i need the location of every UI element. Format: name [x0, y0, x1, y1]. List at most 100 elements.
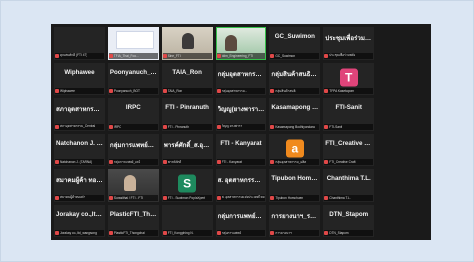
muted-mic-icon — [324, 195, 329, 200]
muted-mic-icon — [270, 53, 275, 58]
tile-footer: Kasamapong Bodhiyondara — [270, 123, 320, 130]
participant-tile[interactable]: กลุ่มการแพทย์_เคมี... กลุ่มการแพทย์_เคมี — [107, 133, 159, 166]
participant-tile[interactable]: FTI_Creative Cr... FTI_Creative Craft — [323, 133, 375, 166]
muted-mic-icon — [216, 195, 221, 200]
muted-mic-icon — [55, 53, 59, 58]
muted-mic-icon — [162, 231, 167, 235]
muted-mic-icon — [55, 195, 59, 200]
tile-footer: Tipubon Homchuen — [270, 194, 320, 201]
participant-tile[interactable]: FTI - Kanyarat FTI - Kanyarat — [215, 133, 267, 166]
muted-mic-icon — [324, 89, 329, 93]
participant-tile[interactable]: Surasithai / FTI - FTI — [107, 169, 159, 202]
participant-tile[interactable]: วิญญู(ยางพาราเบนจ์... วิญญู ยางพารา — [215, 98, 267, 131]
muted-mic-icon — [55, 89, 59, 93]
tile-footer: FTI - Pinranuth — [162, 123, 212, 130]
tile-footer: GC_Suwimon — [270, 52, 320, 59]
participant-label: Tipubon Homchuen — [275, 195, 304, 200]
participant-label: FTI_Kongphing N. — [167, 231, 194, 235]
participant-name: IRPC — [125, 104, 141, 111]
participant-label: กลุ่มการแพทย์_เคมี — [113, 159, 141, 164]
participant-label: คุณสมศักดิ์ (FTI 47) — [60, 53, 88, 57]
participant-tile[interactable]: ส. อุตสาหกรรมแห่... ส. อุตสาหกรรมแห่งประเ… — [215, 169, 267, 202]
participant-tile[interactable]: Natchanon J. (T... Natchanon J. (TARNA) — [54, 133, 105, 166]
participant-tile[interactable]: กลุ่มการแพทย์_จิรา... กลุ่มการแพทย์ — [215, 204, 267, 237]
participant-tile[interactable]: TAIA_Ron TAIA_Ron — [161, 62, 213, 95]
tile-footer: ส. อุตสาหกรรมแห่งประเทศไทย — [216, 194, 266, 201]
muted-mic-icon — [324, 53, 329, 58]
participant-tile[interactable]: Jorakay co.,ltd_... Jorakay co.,ltd_wangs… — [54, 204, 105, 237]
participant-tile[interactable]: Kasamapong Bo... Kasamapong Bodhiyondara — [269, 98, 321, 131]
tile-footer: FTI - Suwimon PoplaXpert — [162, 194, 212, 201]
empty-tile — [377, 27, 428, 60]
participant-tile[interactable]: ประชุมเพื่อร่วมพลังฯ... ประชุมเพื่อร่วมพล… — [323, 27, 375, 60]
participant-name: FTI_Creative Cr... — [325, 139, 373, 147]
empty-tile — [377, 133, 428, 166]
participant-tile[interactable]: TFIA_Thai_Foo... — [107, 27, 159, 60]
participant-label: พารค์ศักดิ์ — [167, 159, 182, 164]
tile-footer: Jorakay co.,ltd_wangsong — [55, 230, 104, 236]
participant-name: FTI - Pinranuth — [165, 104, 209, 111]
muted-mic-icon — [108, 89, 113, 93]
participant-name: สมาคมผู้ค้า ทอง... — [56, 177, 103, 184]
tile-footer: Sine_FTI — [162, 52, 212, 59]
participant-label: Wiphawee — [60, 89, 75, 93]
muted-mic-icon — [270, 160, 275, 164]
participant-gallery: คุณสมศักดิ์ (FTI 47) TFIA_Thai_Foo... Sine… — [51, 24, 431, 240]
participant-tile[interactable]: คุณสมศักดิ์ (FTI 47) — [54, 27, 105, 60]
participant-tile[interactable]: กลุ่มสินค้าสนธิ / ปุ๋ย... กลุ่มสินค้าสนธิ — [269, 62, 321, 95]
participant-tile[interactable]: Chanthima T.L. Chanthima T.L. — [323, 169, 375, 202]
participant-tile[interactable]: สภาอุตสาหกรรมแห่ง... สภาอุตสาหกรรม_Centra… — [54, 98, 105, 131]
participant-tile[interactable]: PlasticFTI_Thon... PlasticFTI_Thongchai — [107, 204, 159, 237]
participant-tile[interactable]: Wiphawee Wiphawee — [54, 62, 105, 95]
participant-name: วิญญู(ยางพาราเบนจ์... — [217, 106, 265, 113]
logo-image — [115, 31, 154, 49]
tile-footer: TAIA_Ron — [162, 88, 212, 94]
muted-mic-icon — [324, 231, 329, 235]
tile-footer: สภาอุตสาหกรรม_Central — [55, 123, 104, 130]
participant-tile[interactable]: S FTI - Suwimon PoplaXpert — [161, 169, 213, 202]
participant-label: FTI - Suwimon PoplaXpert — [167, 195, 206, 200]
empty-tile — [377, 98, 428, 131]
participant-tile[interactable]: T TFPA Kasetaporn — [323, 62, 375, 95]
participant-tile[interactable]: กลุ่มอุตสาหกรรม... กลุ่มอุตสาหกรรม... — [215, 62, 267, 95]
tile-footer: กลุ่มสินค้าสนธิ — [270, 88, 320, 94]
muted-mic-icon — [162, 89, 167, 93]
participant-tile[interactable]: สมาคมผู้ค้า ทอง... สมาคมผู้ค้าทองคำ — [54, 169, 105, 202]
participant-label: Sine_FTI — [167, 53, 181, 58]
participant-tile[interactable]: FTI - Pinranuth FTI - Pinranuth — [161, 98, 213, 131]
muted-mic-icon — [216, 124, 221, 129]
participant-label: DTN_Stapom — [329, 231, 349, 235]
participant-avatar: S — [178, 174, 197, 193]
participant-label: Jorakay co.,ltd_wangsong — [60, 231, 97, 235]
participant-name: Jorakay co.,ltd_... — [56, 210, 103, 218]
participant-tile[interactable]: พารค์ศักดิ์_ส.อุตฯ... พารค์ศักดิ์ — [161, 133, 213, 166]
participant-name: Kasamapong Bo... — [271, 104, 318, 111]
muted-mic-icon — [270, 124, 275, 129]
participant-name: สภาอุตสาหกรรมแห่ง... — [56, 106, 103, 113]
muted-mic-icon — [216, 160, 221, 164]
participant-tile[interactable]: FTI-Sanit FTI-Sanit — [323, 98, 375, 131]
participant-label: Natchanon J. (TARNA) — [60, 160, 93, 164]
participant-tile[interactable]: Sine_FTI — [161, 27, 213, 60]
participant-label: Chanthima T.L. — [329, 195, 351, 200]
participant-tile[interactable]: การยางนาฯ_รถล... การยางนาฯ — [269, 204, 321, 237]
participant-name: Natchanon J. (T... — [56, 139, 103, 147]
muted-mic-icon — [270, 195, 275, 200]
participant-tile[interactable]: ddm_Engineering_FTI — [215, 27, 267, 60]
muted-mic-icon — [270, 89, 275, 93]
participant-name: กลุ่มการแพทย์_จิรา... — [217, 212, 265, 220]
participant-label: FTI_Creative Craft — [329, 160, 356, 164]
participant-tile[interactable]: Tipubon Homch... Tipubon Homchuen — [269, 169, 321, 202]
participant-tile[interactable]: GC_Suwimon GC_Suwimon — [269, 27, 321, 60]
muted-mic-icon — [162, 124, 167, 129]
tile-footer: FTI-Sanit — [324, 123, 374, 130]
participant-tile[interactable]: DTN_Stapom DTN_Stapom — [323, 204, 375, 237]
participant-name: PlasticFTI_Thon... — [109, 210, 157, 218]
participant-tile[interactable]: FTI_Kongphing N. — [161, 204, 213, 237]
participant-tile[interactable]: Poonyanuch_BOT Poonyanuch_BOT — [107, 62, 159, 95]
participant-label: กลุ่มสินค้าสนธิ — [275, 88, 296, 93]
participant-tile[interactable]: IRPC IRPC — [107, 98, 159, 131]
participant-tile[interactable]: a กลุ่มอุตสาหกรรม_ผลิต — [269, 133, 321, 166]
participant-label: IRPC — [113, 124, 122, 129]
tile-footer: DTN_Stapom — [324, 230, 374, 236]
